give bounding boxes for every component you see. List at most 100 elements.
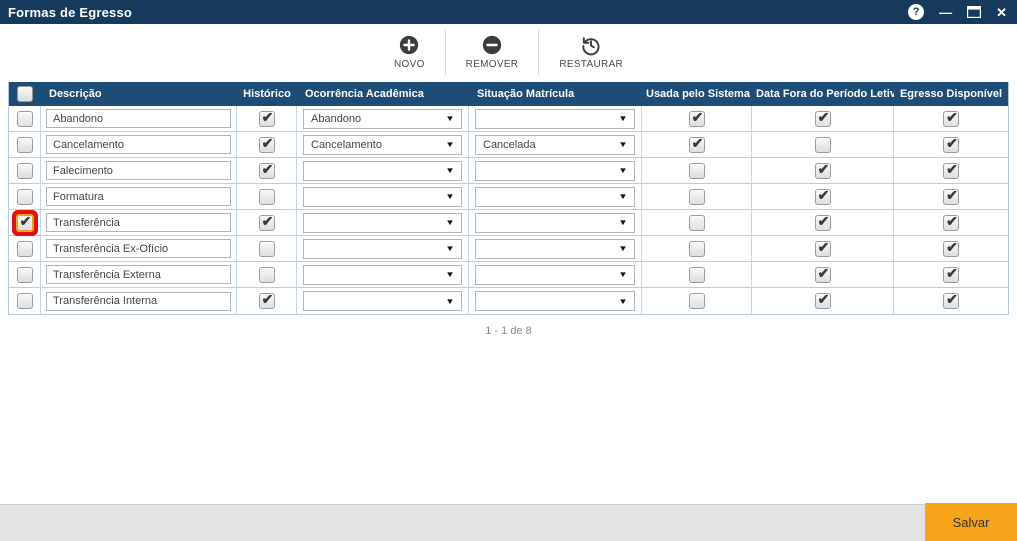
- usada-pelo-sistema-checkbox[interactable]: [689, 293, 705, 309]
- ocorrencia-academica-select[interactable]: ▼: [303, 291, 462, 311]
- data-fora-periodo-letivo-checkbox[interactable]: ✔: [815, 215, 831, 231]
- row-select-checkbox[interactable]: [17, 293, 33, 309]
- egresso-disponivel-checkbox[interactable]: ✔: [943, 293, 959, 309]
- row-select-checkbox[interactable]: [17, 137, 33, 153]
- remover-button[interactable]: REMOVER: [456, 30, 529, 74]
- data-fora-periodo-letivo-checkbox[interactable]: ✔: [815, 241, 831, 257]
- minimize-icon[interactable]: —: [939, 4, 952, 20]
- data-fora-periodo-letivo-cell: ✔: [752, 210, 894, 235]
- historico-checkbox[interactable]: ✔: [259, 137, 275, 153]
- ocorrencia-academica-select[interactable]: ▼: [303, 187, 462, 207]
- row-select-checkbox[interactable]: [17, 241, 33, 257]
- row-select-cell: [9, 184, 41, 209]
- historico-checkbox[interactable]: ✔: [259, 111, 275, 127]
- situacao-cell: ▼: [469, 158, 642, 183]
- situacao-matricula-select[interactable]: ▼: [475, 291, 635, 311]
- egresso-disponivel-checkbox[interactable]: ✔: [943, 267, 959, 283]
- maximize-icon[interactable]: [967, 4, 981, 20]
- dropdown-arrow-icon: ▼: [445, 270, 455, 279]
- dropdown-arrow-icon: ▼: [445, 297, 455, 306]
- data-fora-periodo-letivo-cell: ✔: [752, 106, 894, 131]
- salvar-button[interactable]: Salvar: [925, 503, 1017, 541]
- historico-checkbox[interactable]: ✔: [259, 215, 275, 231]
- egresso-disponivel-checkbox[interactable]: ✔: [943, 163, 959, 179]
- dropdown-arrow-icon: ▼: [618, 114, 628, 123]
- ocorrencia-academica-select[interactable]: Cancelamento ▼: [303, 135, 462, 155]
- situacao-matricula-select[interactable]: ▼: [475, 239, 635, 259]
- usada-pelo-sistema-checkbox[interactable]: [689, 215, 705, 231]
- data-fora-periodo-letivo-checkbox[interactable]: ✔: [815, 163, 831, 179]
- novo-button[interactable]: NOVO: [384, 30, 435, 74]
- check-icon: ✔: [946, 240, 958, 254]
- formas-de-egresso-window: Formas de Egresso ? — ✕ NOVO: [0, 0, 1017, 337]
- check-icon: ✔: [818, 266, 830, 280]
- ocorrencia-academica-select[interactable]: ▼: [303, 213, 462, 233]
- usada-pelo-sistema-checkbox[interactable]: [689, 163, 705, 179]
- row-select-cell: [9, 288, 41, 314]
- descricao-input[interactable]: [46, 187, 231, 206]
- row-select-checkbox[interactable]: [17, 189, 33, 205]
- situacao-cell: ▼: [469, 184, 642, 209]
- check-icon: ✔: [20, 214, 32, 228]
- egresso-disponivel-checkbox[interactable]: ✔: [943, 241, 959, 257]
- descricao-input[interactable]: [46, 135, 231, 154]
- row-select-checkbox[interactable]: [17, 111, 33, 127]
- situacao-matricula-select[interactable]: ▼: [475, 265, 635, 285]
- dropdown-arrow-icon: ▼: [445, 244, 455, 253]
- check-icon: ✔: [262, 214, 274, 228]
- ocorrencia-cell: ▼: [297, 210, 469, 235]
- ocorrencia-academica-select[interactable]: ▼: [303, 161, 462, 181]
- historico-cell: ✔: [237, 158, 297, 183]
- row-select-checkbox[interactable]: [17, 163, 33, 179]
- dropdown-arrow-icon: ▼: [445, 114, 455, 123]
- situacao-matricula-select[interactable]: ▼: [475, 109, 635, 129]
- usada-pelo-sistema-checkbox[interactable]: [689, 267, 705, 283]
- table-header-row: Descrição Histórico Ocorrência Acadêmica…: [9, 82, 1008, 106]
- historico-checkbox[interactable]: ✔: [259, 293, 275, 309]
- row-select-checkbox[interactable]: ✔: [17, 215, 33, 231]
- descricao-input[interactable]: [46, 292, 231, 311]
- data-fora-periodo-letivo-checkbox[interactable]: ✔: [815, 111, 831, 127]
- descricao-input[interactable]: [46, 265, 231, 284]
- restaurar-button[interactable]: RESTAURAR: [549, 30, 633, 74]
- situacao-cell: ▼: [469, 288, 642, 314]
- column-header-ocorrencia-academica: Ocorrência Acadêmica: [297, 88, 469, 100]
- descricao-input[interactable]: [46, 239, 231, 258]
- dropdown-arrow-icon: ▼: [618, 192, 628, 201]
- ocorrencia-academica-select[interactable]: Abandono ▼: [303, 109, 462, 129]
- usada-pelo-sistema-checkbox[interactable]: ✔: [689, 111, 705, 127]
- usada-pelo-sistema-checkbox[interactable]: [689, 241, 705, 257]
- usada-pelo-sistema-checkbox[interactable]: ✔: [689, 137, 705, 153]
- historico-checkbox[interactable]: [259, 189, 275, 205]
- historico-checkbox[interactable]: ✔: [259, 163, 275, 179]
- situacao-matricula-select[interactable]: Cancelada ▼: [475, 135, 635, 155]
- descricao-cell: [41, 288, 237, 314]
- select-all-checkbox[interactable]: [17, 86, 33, 102]
- descricao-input[interactable]: [46, 213, 231, 232]
- historico-checkbox[interactable]: [259, 241, 275, 257]
- usada-pelo-sistema-checkbox[interactable]: [689, 189, 705, 205]
- situacao-cell: ▼: [469, 236, 642, 261]
- egresso-disponivel-checkbox[interactable]: ✔: [943, 111, 959, 127]
- egresso-disponivel-checkbox[interactable]: ✔: [943, 189, 959, 205]
- situacao-matricula-select[interactable]: ▼: [475, 161, 635, 181]
- egresso-disponivel-checkbox[interactable]: ✔: [943, 215, 959, 231]
- ocorrencia-academica-select[interactable]: ▼: [303, 239, 462, 259]
- egresso-disponivel-checkbox[interactable]: ✔: [943, 137, 959, 153]
- historico-cell: ✔: [237, 106, 297, 131]
- historico-checkbox[interactable]: [259, 267, 275, 283]
- situacao-matricula-select[interactable]: ▼: [475, 187, 635, 207]
- ocorrencia-academica-select[interactable]: ▼: [303, 265, 462, 285]
- data-fora-periodo-letivo-checkbox[interactable]: ✔: [815, 267, 831, 283]
- close-icon[interactable]: ✕: [996, 4, 1007, 20]
- situacao-matricula-select[interactable]: ▼: [475, 213, 635, 233]
- data-fora-periodo-letivo-checkbox[interactable]: ✔: [815, 189, 831, 205]
- data-fora-periodo-letivo-checkbox[interactable]: [815, 137, 831, 153]
- table-row: ▼ ▼ ✔ ✔: [9, 262, 1008, 288]
- data-fora-periodo-letivo-checkbox[interactable]: ✔: [815, 293, 831, 309]
- dropdown-arrow-icon: ▼: [618, 166, 628, 175]
- row-select-checkbox[interactable]: [17, 267, 33, 283]
- descricao-input[interactable]: [46, 109, 231, 128]
- descricao-input[interactable]: [46, 161, 231, 180]
- help-icon[interactable]: ?: [908, 4, 924, 20]
